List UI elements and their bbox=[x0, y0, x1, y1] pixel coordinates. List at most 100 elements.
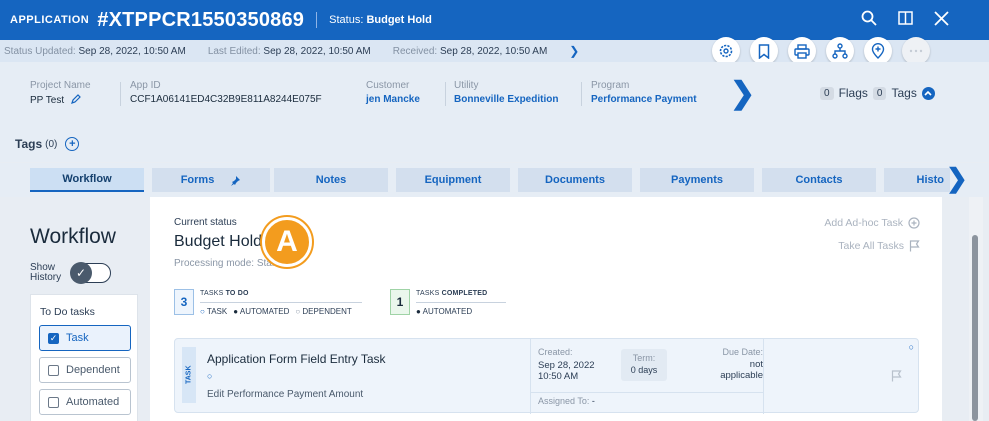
tab-documents[interactable]: Documents bbox=[518, 168, 632, 192]
tab-equipment[interactable]: Equipment bbox=[396, 168, 510, 192]
tab-workflow[interactable]: Workflow bbox=[30, 168, 144, 192]
add-tag-icon[interactable]: + bbox=[65, 137, 80, 151]
filter-automated[interactable]: Automated bbox=[39, 389, 131, 415]
add-location-icon bbox=[871, 43, 885, 59]
header-divider bbox=[316, 12, 318, 28]
program: Program Performance Payment bbox=[591, 80, 697, 105]
add-location-button[interactable] bbox=[864, 37, 892, 65]
sidebar-title: Workflow bbox=[30, 225, 116, 248]
customer-link[interactable]: jen Mancke bbox=[366, 94, 420, 105]
program-link[interactable]: Performance Payment bbox=[591, 94, 697, 105]
current-status-label: Current status bbox=[174, 217, 237, 228]
application-info: Project Name PP Test App ID CCF1A06141ED… bbox=[0, 62, 989, 126]
flags-count: 0 bbox=[820, 86, 834, 100]
vertical-scrollbar[interactable] bbox=[969, 197, 983, 421]
search-icon[interactable] bbox=[859, 8, 879, 28]
bookmark-icon bbox=[758, 43, 770, 59]
tab-payments[interactable]: Payments bbox=[640, 168, 754, 192]
settings-button[interactable] bbox=[712, 37, 740, 65]
pin-icon bbox=[231, 175, 241, 186]
flag-icon bbox=[909, 240, 920, 252]
split-view-icon[interactable] bbox=[895, 8, 915, 28]
tags-label: Tags bbox=[891, 86, 917, 100]
check-icon: ✓ bbox=[70, 262, 92, 284]
created-label: Created: bbox=[538, 347, 573, 357]
task-subtitle: Edit Performance Payment Amount bbox=[207, 389, 364, 400]
app-id: App ID CCF1A06141ED4C32B9E811A8244E075F bbox=[130, 80, 322, 105]
chevron-up-icon[interactable] bbox=[921, 86, 935, 100]
todo-filter-panel: To Do tasks ✓ Task Dependent Automated bbox=[30, 294, 138, 421]
todo-legend: TASK AUTOMATED DEPENDENT bbox=[200, 307, 362, 316]
last-edited: Last Edited: Sep 28, 2022, 10:50 AM bbox=[207, 45, 371, 57]
divider bbox=[445, 82, 446, 106]
header-icons bbox=[859, 8, 951, 28]
task-type-label: TASK bbox=[182, 347, 196, 403]
task-status-dot-icon: ○ bbox=[207, 371, 213, 381]
tags-heading: Tags bbox=[15, 137, 43, 151]
print-icon bbox=[794, 43, 810, 59]
tags-count: 0 bbox=[872, 86, 887, 100]
tags-row: Tags (0) + bbox=[0, 126, 989, 162]
tab-history[interactable]: Histo bbox=[884, 168, 950, 192]
flags-tags-summary: 0 Flags 0 Tags bbox=[820, 86, 935, 100]
checkbox-icon bbox=[48, 396, 59, 408]
print-button[interactable] bbox=[788, 37, 816, 65]
divider bbox=[581, 82, 582, 106]
due-date-value: not applicable bbox=[720, 359, 763, 381]
tabs-scroll-right-icon[interactable]: ❯ bbox=[946, 163, 968, 194]
utility-link[interactable]: Bonneville Expedition bbox=[454, 94, 558, 105]
scrollbar-thumb[interactable] bbox=[972, 235, 978, 421]
checkbox-checked-icon: ✓ bbox=[48, 332, 59, 344]
show-history-toggle[interactable]: ✓ bbox=[70, 262, 111, 284]
tab-bar: Workflow Forms Notes Equipment Documents… bbox=[0, 163, 989, 197]
status-updated: Status Updated: Sep 28, 2022, 10:50 AM bbox=[4, 45, 186, 57]
action-buttons bbox=[712, 37, 930, 65]
more-icon bbox=[909, 49, 923, 53]
header-status-value: Budget Hold bbox=[366, 14, 432, 26]
current-status-value: Budget Hold bbox=[174, 233, 263, 250]
app-id-title: #XTPPCR1550350869 bbox=[97, 8, 305, 31]
tasks-completed-count: 1 bbox=[390, 289, 410, 315]
annotation-badge: A bbox=[262, 217, 312, 267]
workflow-sidebar: Workflow Show History ✓ To Do tasks ✓ Ta… bbox=[0, 197, 150, 421]
divider bbox=[120, 82, 121, 106]
tasks-todo-count: 3 bbox=[174, 289, 194, 315]
chevron-right-icon[interactable]: ❯ bbox=[730, 76, 755, 111]
filter-task[interactable]: ✓ Task bbox=[39, 325, 131, 351]
app-header: APPLICATION #XTPPCR1550350869 Status: Bu… bbox=[0, 0, 989, 40]
filter-dependent[interactable]: Dependent bbox=[39, 357, 131, 383]
task-card[interactable]: TASK Application Form Field Entry Task ○… bbox=[174, 338, 919, 414]
project-name: Project Name PP Test bbox=[30, 80, 91, 106]
utility: Utility Bonneville Expedition bbox=[454, 80, 559, 105]
bookmark-button[interactable] bbox=[750, 37, 778, 65]
tasks-completed-summary: 1 TASKS COMPLETED AUTOMATED bbox=[390, 287, 506, 316]
assigned-to: Assigned To: - bbox=[538, 396, 595, 406]
show-history-label: Show History bbox=[30, 262, 62, 283]
flag-icon[interactable] bbox=[891, 369, 902, 387]
due-date-label: Due Date: bbox=[722, 347, 763, 357]
hierarchy-icon bbox=[832, 43, 848, 59]
main-area: Workflow Show History ✓ To Do tasks ✓ Ta… bbox=[0, 197, 989, 421]
add-circle-icon bbox=[908, 217, 920, 229]
todo-header: To Do tasks bbox=[40, 306, 95, 318]
created-value: Sep 28, 2022 10:50 AM bbox=[538, 360, 595, 382]
hierarchy-button[interactable] bbox=[826, 37, 854, 65]
tab-contacts[interactable]: Contacts bbox=[762, 168, 876, 192]
completed-legend: AUTOMATED bbox=[416, 307, 506, 316]
add-adhoc-task[interactable]: Add Ad-hoc Task bbox=[824, 217, 920, 229]
tags-heading-count: (0) bbox=[45, 138, 58, 150]
app-label: APPLICATION bbox=[10, 14, 90, 26]
task-name: Application Form Field Entry Task bbox=[207, 352, 386, 366]
tab-forms[interactable]: Forms bbox=[152, 168, 270, 192]
checkbox-icon bbox=[48, 364, 59, 376]
flags-label: Flags bbox=[838, 86, 868, 100]
more-button[interactable] bbox=[902, 37, 930, 65]
edit-icon[interactable] bbox=[70, 94, 81, 104]
close-icon[interactable] bbox=[931, 8, 951, 28]
customer: Customer jen Mancke bbox=[366, 80, 420, 105]
tab-notes[interactable]: Notes bbox=[274, 168, 388, 192]
gear-icon bbox=[719, 44, 733, 58]
task-indicator-icon: ○ bbox=[908, 342, 914, 352]
chevron-right-icon[interactable]: ❯ bbox=[569, 44, 579, 58]
take-all-tasks[interactable]: Take All Tasks bbox=[838, 240, 920, 252]
